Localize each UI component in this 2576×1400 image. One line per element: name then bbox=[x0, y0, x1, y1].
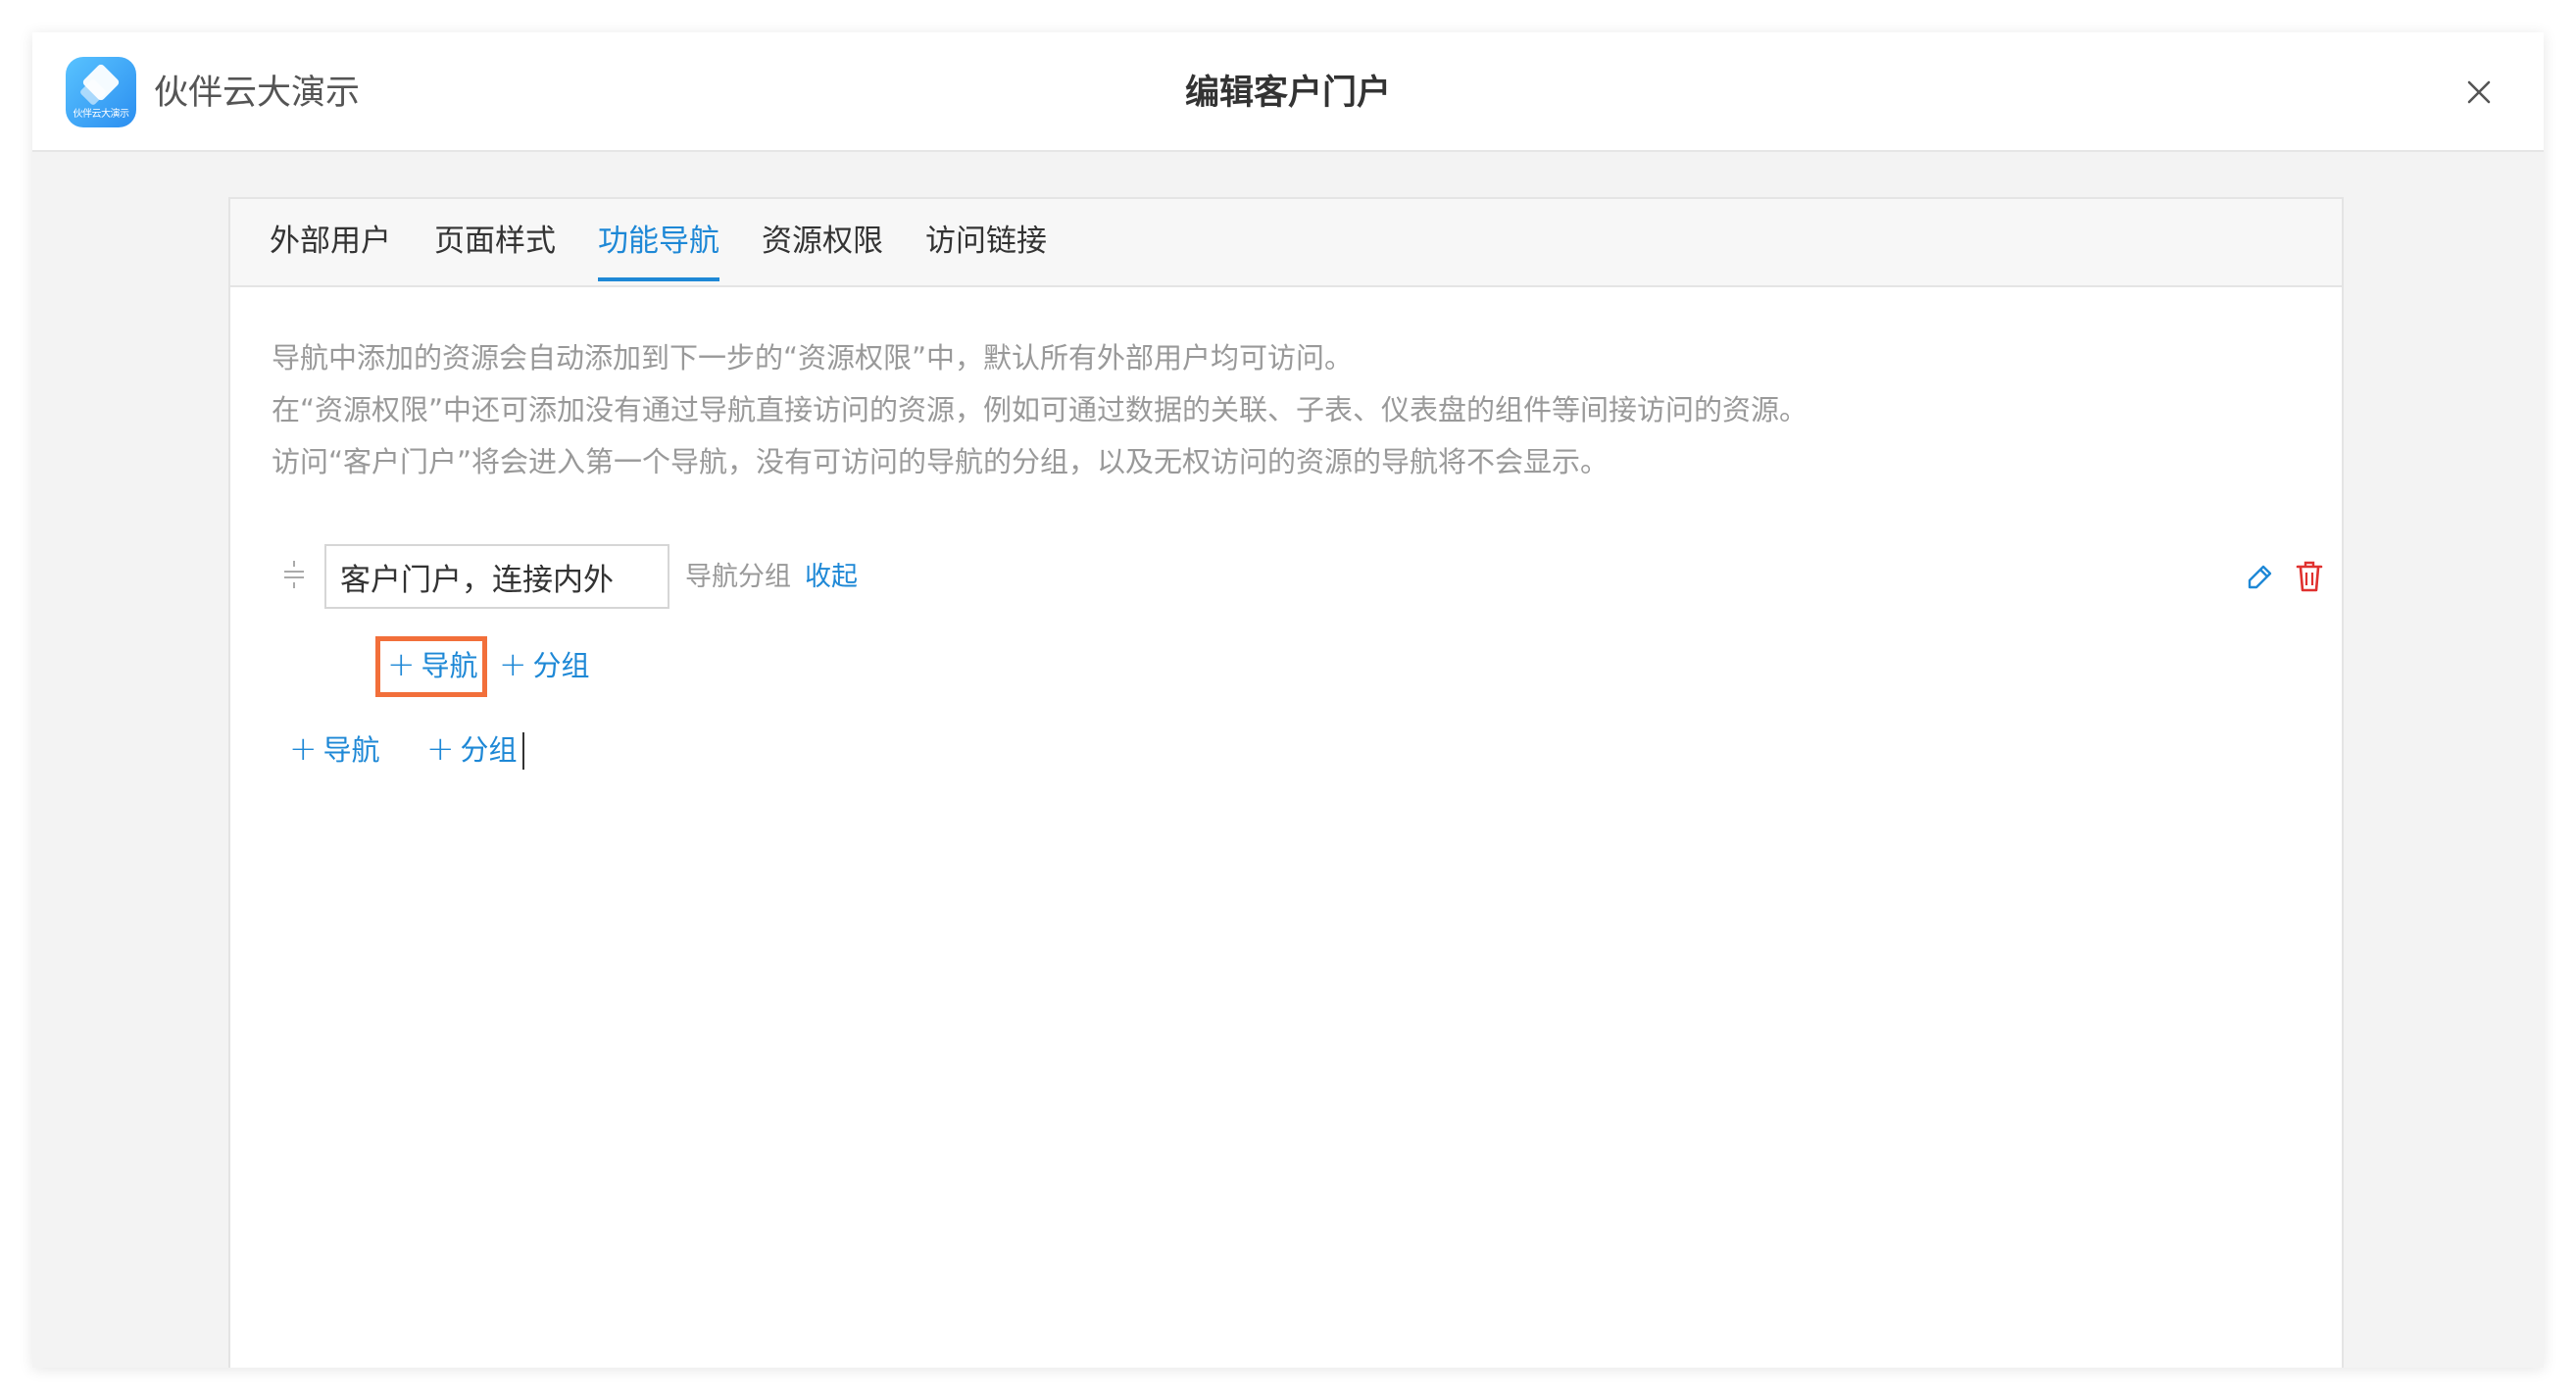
tab-external-users[interactable]: 外部用户 bbox=[270, 219, 391, 264]
help-line-3: 访问“客户门户”将会进入第一个导航，没有可访问的导航的分组，以及无权访问的资源的… bbox=[272, 445, 1610, 478]
drag-handle-icon[interactable] bbox=[281, 560, 307, 589]
screen: 伙伴云大演示 伙伴云大演示 编辑客户门户 外部用户 页面样式 功能导航 资源权限 bbox=[0, 0, 2576, 1400]
group-add-group-label: 分组 bbox=[532, 649, 590, 682]
root-add-group-label: 分组 bbox=[460, 733, 518, 767]
plus-icon: + bbox=[499, 645, 527, 684]
close-icon bbox=[2467, 80, 2491, 104]
edit-portal-dialog: 伙伴云大演示 伙伴云大演示 编辑客户门户 外部用户 页面样式 功能导航 资源权限 bbox=[32, 32, 2544, 1368]
root-add-nav-button[interactable]: + 导航 bbox=[289, 728, 380, 771]
plus-icon: + bbox=[426, 729, 455, 769]
nav-group-type-label: 导航分组 bbox=[685, 562, 791, 592]
nav-group-name-input[interactable] bbox=[324, 544, 669, 609]
pencil-icon[interactable] bbox=[2244, 562, 2275, 593]
tab-resource-permissions[interactable]: 资源权限 bbox=[762, 219, 883, 264]
settings-panel: 外部用户 页面样式 功能导航 资源权限 访问链接 导航中添加的资源会自动添加到下… bbox=[228, 197, 2344, 1368]
trash-icon[interactable] bbox=[2295, 560, 2324, 593]
highlight-annotation bbox=[375, 636, 487, 697]
text-cursor bbox=[522, 732, 524, 770]
help-description: 导航中添加的资源会自动添加到下一步的“资源权限”中，默认所有外部用户均可访问。 … bbox=[272, 332, 1808, 488]
help-line-1: 导航中添加的资源会自动添加到下一步的“资源权限”中，默认所有外部用户均可访问。 bbox=[272, 341, 1354, 375]
plus-icon: + bbox=[289, 729, 318, 769]
tab-function-nav-label: 功能导航 bbox=[598, 224, 719, 259]
tab-access-links[interactable]: 访问链接 bbox=[925, 219, 1047, 264]
help-line-2: 在“资源权限”中还可添加没有通过导航直接访问的资源，例如可通过数据的关联、子表、… bbox=[272, 393, 1808, 426]
dialog-header: 伙伴云大演示 伙伴云大演示 编辑客户门户 bbox=[32, 32, 2544, 152]
tab-page-style[interactable]: 页面样式 bbox=[434, 219, 556, 264]
tab-bar: 外部用户 页面样式 功能导航 资源权限 访问链接 bbox=[230, 199, 2342, 287]
active-tab-indicator bbox=[598, 277, 719, 281]
group-add-group-button[interactable]: + 分组 bbox=[499, 644, 590, 686]
root-add-group-button[interactable]: + 分组 bbox=[426, 728, 518, 771]
root-add-nav-label: 导航 bbox=[322, 733, 380, 767]
dialog-title: 编辑客户门户 bbox=[1184, 74, 1391, 113]
tab-function-nav[interactable]: 功能导航 bbox=[598, 219, 719, 281]
collapse-link[interactable]: 收起 bbox=[805, 558, 858, 597]
close-button[interactable] bbox=[2459, 73, 2499, 112]
